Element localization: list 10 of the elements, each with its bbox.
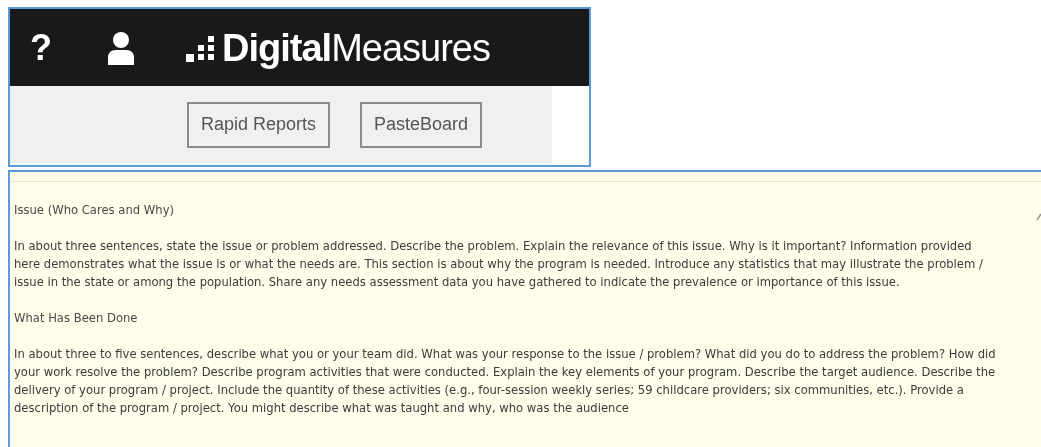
toolbar-button[interactable]: PasteBoard [360, 101, 483, 148]
instruction-text: In about three sentences, state the issue or problem addressed. Describe the problem. Explain the relevance of this issue. Why is it important? Information provided here demonstrates what the issue is or what the needs are. This section is about why the program is needed. Introduce any statistics that may illustrate the problem / issue in the state or among the population. Share any needs assessment data you have gathered to indicate the prevalence or importance of this issue. [14, 238, 984, 291]
help-icon[interactable]: ? [30, 29, 52, 66]
section-heading: What Has Been Done [14, 310, 139, 327]
instruction-text: In about three to five sentences, describe what you or your team did. What was your response to the issue / problem? What did you do to address the problem? How did your work resolve the problem? Describe program activities that were conducted. Explain the key elements of your program. Describe the target audience. Describe the delivery of your program / project. Include the quantity of these activities (e.g., four-session weekly series; 59 childcare providers; six communities, etc.). Provide a description of the program / project. You might describe what was taught and why, who was the audience [14, 346, 997, 417]
user-icon[interactable] [108, 30, 134, 65]
logo-text: DigitalMeasures [222, 28, 490, 67]
scroll-up-icon[interactable] [1036, 213, 1041, 221]
toolbar-button[interactable]: Rapid Reports [187, 101, 331, 148]
section-heading: Issue (Who Cares and Why) [14, 202, 176, 219]
